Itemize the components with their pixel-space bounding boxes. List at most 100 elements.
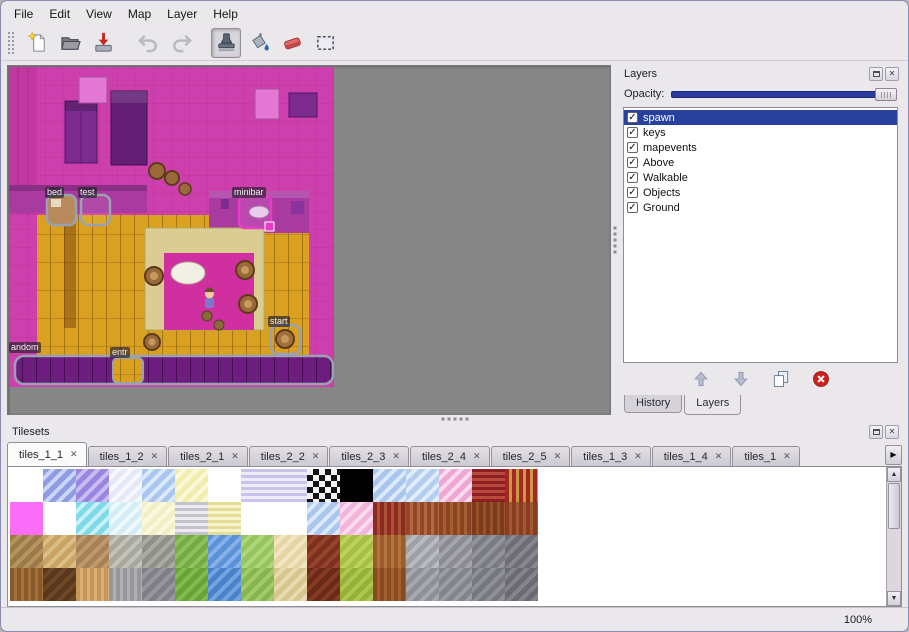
tile-2-6[interactable] <box>208 535 241 568</box>
tile-1-8[interactable] <box>274 502 307 535</box>
tile-0-9[interactable] <box>307 469 340 502</box>
tile-3-12[interactable] <box>406 568 439 601</box>
tilemap-canvas[interactable] <box>9 67 334 387</box>
tileset-tab-tiles_2_4[interactable]: tiles_2_4✕ <box>410 446 490 466</box>
tile-1-3[interactable] <box>109 502 142 535</box>
tileset-tab-tiles_1_2[interactable]: tiles_1_2✕ <box>88 446 168 466</box>
layer-row-mapevents[interactable]: ✓mapevents <box>624 140 897 155</box>
tile-3-1[interactable] <box>43 568 76 601</box>
undo-button[interactable] <box>133 28 163 58</box>
tile-3-2[interactable] <box>76 568 109 601</box>
stamp-brush-tool-button[interactable] <box>211 28 241 58</box>
tile-2-0[interactable] <box>10 535 43 568</box>
tab-scroll-right-button[interactable]: ▶ <box>885 445 902 465</box>
tileset-tab-tiles_1_4[interactable]: tiles_1_4✕ <box>652 446 732 466</box>
eraser-tool-button[interactable] <box>277 28 307 58</box>
tileset-tab-tiles_2_1[interactable]: tiles_2_1✕ <box>168 446 248 466</box>
tile-1-10[interactable] <box>340 502 373 535</box>
layers-panel-float-button[interactable] <box>869 67 883 81</box>
tab-close-icon[interactable]: ✕ <box>70 449 78 460</box>
tab-close-icon[interactable]: ✕ <box>231 451 239 462</box>
tile-1-6[interactable] <box>208 502 241 535</box>
layer-row-Above[interactable]: ✓Above <box>624 155 897 170</box>
tab-close-icon[interactable]: ✕ <box>473 451 481 462</box>
tab-close-icon[interactable]: ✕ <box>151 451 159 462</box>
vertical-splitter[interactable] <box>611 65 619 415</box>
tilemap[interactable]: bedtestminibarstartandomentr <box>9 67 334 387</box>
tile-2-14[interactable] <box>472 535 505 568</box>
tile-0-13[interactable] <box>439 469 472 502</box>
save-map-button[interactable] <box>88 28 118 58</box>
tile-3-3[interactable] <box>109 568 142 601</box>
scroll-down-button[interactable]: ▼ <box>887 591 901 606</box>
tile-0-1[interactable] <box>43 469 76 502</box>
tile-2-1[interactable] <box>43 535 76 568</box>
menu-file[interactable]: File <box>7 4 40 24</box>
tile-3-15[interactable] <box>505 568 538 601</box>
opacity-slider-track[interactable] <box>671 91 897 98</box>
tile-2-9[interactable] <box>307 535 340 568</box>
tile-0-6[interactable] <box>208 469 241 502</box>
tile-0-0[interactable] <box>10 469 43 502</box>
tile-0-3[interactable] <box>109 469 142 502</box>
tile-2-5[interactable] <box>175 535 208 568</box>
tile-3-4[interactable] <box>142 568 175 601</box>
bucket-fill-tool-button[interactable] <box>244 28 274 58</box>
tile-0-15[interactable] <box>505 469 538 502</box>
new-map-button[interactable] <box>22 28 52 58</box>
tile-0-4[interactable] <box>142 469 175 502</box>
layer-visibility-checkbox[interactable]: ✓ <box>627 112 638 123</box>
opacity-slider-handle[interactable] <box>875 88 897 101</box>
tile-0-8[interactable] <box>274 469 307 502</box>
tile-0-7[interactable] <box>241 469 274 502</box>
panel-tab-history[interactable]: History <box>624 395 682 413</box>
tile-1-13[interactable] <box>439 502 472 535</box>
tab-close-icon[interactable]: ✕ <box>634 451 642 462</box>
tile-2-4[interactable] <box>142 535 175 568</box>
tile-2-12[interactable] <box>406 535 439 568</box>
layer-visibility-checkbox[interactable]: ✓ <box>627 157 638 168</box>
tile-0-5[interactable] <box>175 469 208 502</box>
menu-layer[interactable]: Layer <box>160 4 204 24</box>
tab-close-icon[interactable]: ✕ <box>715 451 723 462</box>
layer-row-spawn[interactable]: ✓spawn <box>624 110 897 125</box>
tileset-tab-tiles_2_2[interactable]: tiles_2_2✕ <box>249 446 329 466</box>
tile-3-0[interactable] <box>10 568 43 601</box>
menu-map[interactable]: Map <box>121 4 158 24</box>
rectangular-select-tool-button[interactable] <box>310 28 340 58</box>
toolbar-drag-handle[interactable] <box>7 31 14 55</box>
open-map-button[interactable] <box>55 28 85 58</box>
tile-2-3[interactable] <box>109 535 142 568</box>
tile-3-6[interactable] <box>208 568 241 601</box>
tile-1-2[interactable] <box>76 502 109 535</box>
tileset-tab-tiles_1_1[interactable]: tiles_1_1✕ <box>7 442 87 466</box>
tile-2-11[interactable] <box>373 535 406 568</box>
tile-2-10[interactable] <box>340 535 373 568</box>
tile-1-7[interactable] <box>241 502 274 535</box>
layer-visibility-checkbox[interactable]: ✓ <box>627 172 638 183</box>
tilesets-panel-float-button[interactable] <box>869 425 883 439</box>
tab-close-icon[interactable]: ✕ <box>392 451 400 462</box>
delete-layer-button[interactable] <box>808 366 834 392</box>
tile-3-8[interactable] <box>274 568 307 601</box>
layers-panel-close-button[interactable]: ✕ <box>885 67 899 81</box>
tile-2-2[interactable] <box>76 535 109 568</box>
layer-row-keys[interactable]: ✓keys <box>624 125 897 140</box>
layer-visibility-checkbox[interactable]: ✓ <box>627 127 638 138</box>
tile-1-5[interactable] <box>175 502 208 535</box>
tile-1-12[interactable] <box>406 502 439 535</box>
tileset-tab-tiles_2_5[interactable]: tiles_2_5✕ <box>491 446 571 466</box>
tile-3-5[interactable] <box>175 568 208 601</box>
tile-0-14[interactable] <box>472 469 505 502</box>
tile-0-11[interactable] <box>373 469 406 502</box>
tilesets-panel-close-button[interactable]: ✕ <box>885 425 899 439</box>
tile-2-8[interactable] <box>274 535 307 568</box>
layer-row-Objects[interactable]: ✓Objects <box>624 185 897 200</box>
tab-close-icon[interactable]: ✕ <box>312 451 320 462</box>
tileset-tab-tiles_2_3[interactable]: tiles_2_3✕ <box>329 446 409 466</box>
duplicate-layer-button[interactable] <box>768 366 794 392</box>
menu-edit[interactable]: Edit <box>42 4 77 24</box>
tab-close-icon[interactable]: ✕ <box>783 451 791 462</box>
tile-1-4[interactable] <box>142 502 175 535</box>
tileset-content[interactable]: ▲ ▼ <box>7 466 902 607</box>
